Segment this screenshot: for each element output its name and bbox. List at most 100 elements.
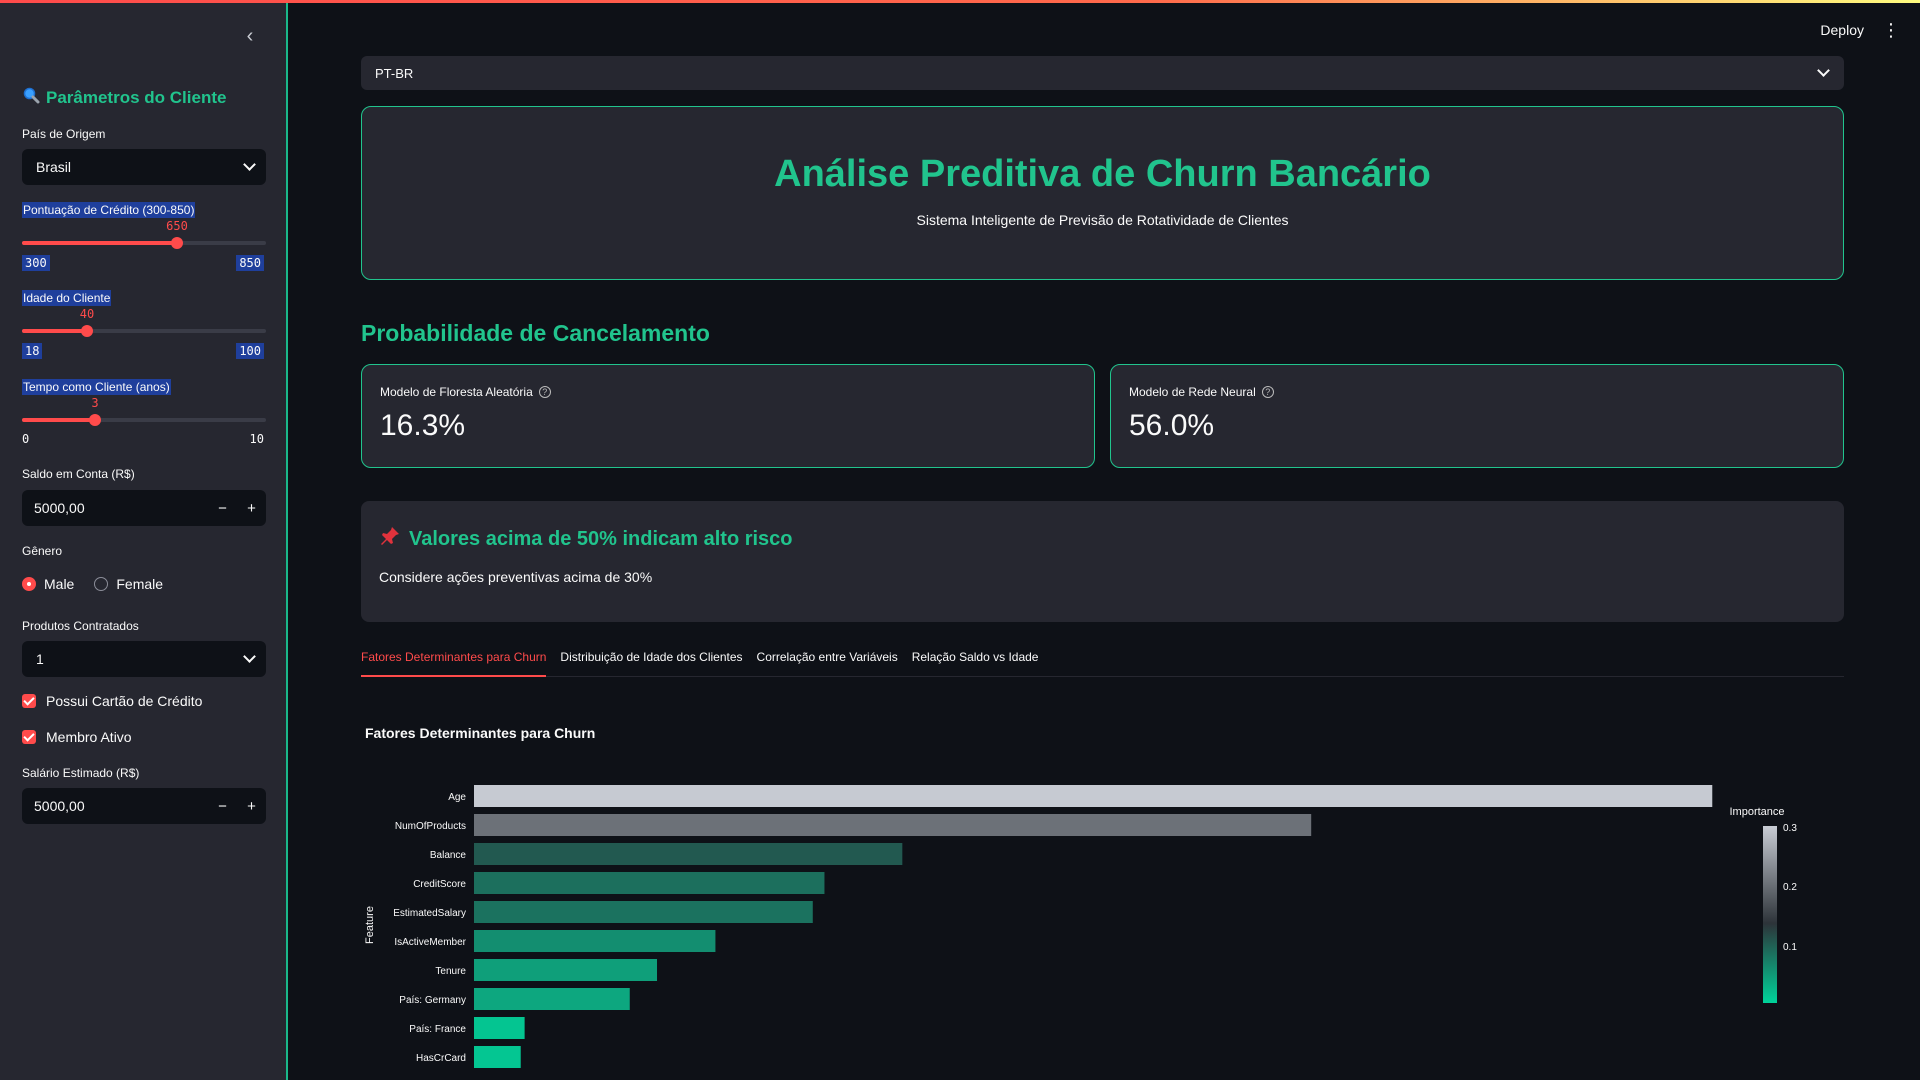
tenure-label: Tempo como Cliente (anos) (22, 379, 171, 395)
balance-input-value[interactable]: 5000,00 (22, 500, 208, 516)
sidebar-title-text: Parâmetros do Cliente (46, 87, 227, 107)
tenure-slider-fill (22, 418, 95, 422)
credit-score-slider-fill (22, 241, 177, 245)
bar-creditscore[interactable] (474, 872, 825, 894)
bar-numofproducts[interactable] (474, 814, 1312, 836)
help-icon[interactable]: ? (1261, 386, 1274, 398)
bar-pa-s-germany[interactable] (474, 988, 630, 1010)
y-tick-label: EstimatedSalary (393, 908, 466, 919)
gender-option-male[interactable]: Male (22, 576, 74, 592)
y-tick-label: Balance (430, 850, 467, 861)
chart-tabs: Fatores Determinantes para Churn Distrib… (361, 650, 1844, 677)
gender-option-label: Female (116, 576, 164, 592)
active-member-checkbox[interactable]: Membro Ativo (22, 729, 132, 745)
colorbar-tick-label: 0.3 (1783, 823, 1797, 834)
y-tick-label: NumOfProducts (395, 821, 466, 832)
y-tick-label: País: France (409, 1024, 466, 1035)
feature-importance-chart: Age NumOfProducts Balance CreditScore Estima… (364, 785, 1797, 1068)
gender-option-female[interactable]: Female (94, 576, 163, 592)
y-tick-label: Tenure (435, 966, 466, 977)
salary-decrement-button[interactable]: − (208, 798, 237, 815)
country-select-value: Brasil (36, 159, 72, 175)
page-title: Análise Preditiva de Churn Bancário (774, 153, 1431, 195)
metric-value: 56.0% (1129, 409, 1215, 442)
app-header-actions: Deploy ⋮ (1820, 21, 1900, 39)
tenure-slider[interactable] (22, 414, 266, 426)
checkbox-checked-icon[interactable] (22, 730, 36, 744)
country-label: País de Origem (22, 127, 106, 141)
products-select-value: 1 (36, 651, 44, 667)
products-select[interactable]: 1 (22, 641, 266, 677)
deploy-button[interactable]: Deploy (1820, 22, 1864, 38)
metric-label: Modelo de Rede Neural (1129, 385, 1256, 399)
y-tick-label: País: Germany (399, 995, 466, 1006)
bar-balance[interactable] (474, 843, 903, 865)
chevron-down-icon (1817, 64, 1830, 77)
country-select[interactable]: Brasil (22, 149, 266, 185)
sidebar-title: Parâmetros do Cliente (22, 86, 226, 109)
help-icon[interactable]: ? (538, 386, 551, 398)
balance-decrement-button[interactable]: − (208, 500, 237, 517)
y-tick-label: Age (448, 792, 466, 803)
age-slider[interactable] (22, 325, 266, 337)
chart-title: Fatores Determinantes para Churn (365, 725, 596, 741)
radio-selected-icon[interactable] (22, 577, 36, 591)
products-label: Produtos Contratados (22, 619, 139, 633)
bar-tenure[interactable] (474, 959, 658, 981)
tab-feature-importance[interactable]: Fatores Determinantes para Churn (361, 650, 547, 677)
credit-score-slider[interactable] (22, 237, 266, 249)
salary-increment-button[interactable]: + (237, 798, 266, 815)
info-title: Valores acima de 50% indicam alto risco (409, 527, 793, 550)
chevron-left-icon[interactable]: ‹ (238, 24, 262, 48)
age-slider-fill (22, 329, 87, 333)
tenure-value: 3 (91, 396, 99, 410)
bar-estimatedsalary[interactable] (474, 901, 813, 923)
age-slider-thumb[interactable] (81, 325, 93, 337)
top-decoration-bar (0, 0, 1920, 3)
bar-pa-s-france[interactable] (474, 1017, 525, 1039)
language-select-value: PT-BR (375, 65, 414, 81)
pushpin-icon (379, 525, 401, 553)
radio-unselected-icon[interactable] (94, 577, 109, 591)
salary-input[interactable]: 5000,00 − + (22, 788, 266, 824)
colorbar-tick-label: 0.2 (1783, 882, 1797, 893)
bar-hascrcard[interactable] (474, 1046, 521, 1068)
colorbar (1763, 826, 1777, 1003)
tab-balance-vs-age[interactable]: Relação Saldo vs Idade (912, 650, 1039, 677)
balance-label: Saldo em Conta (R$) (22, 467, 135, 481)
y-axis-label: Feature (364, 906, 376, 944)
tab-correlation[interactable]: Correlação entre Variáveis (757, 650, 898, 677)
info-text: Considere ações preventivas acima de 30% (379, 569, 653, 585)
bar-age[interactable] (474, 785, 1713, 807)
tenure-slider-thumb[interactable] (89, 414, 101, 426)
credit-score-slider-thumb[interactable] (171, 237, 183, 249)
colorbar-tick-label: 0.1 (1783, 942, 1797, 953)
credit-score-min: 300 (22, 255, 50, 271)
active-member-label: Membro Ativo (46, 729, 132, 745)
language-select[interactable]: PT-BR (361, 56, 1844, 90)
tenure-max: 10 (249, 432, 264, 446)
balance-increment-button[interactable]: + (237, 500, 266, 517)
chevron-down-icon (243, 158, 256, 171)
salary-input-value[interactable]: 5000,00 (22, 798, 208, 814)
y-tick-label: HasCrCard (416, 1053, 466, 1064)
balance-input[interactable]: 5000,00 − + (22, 490, 266, 526)
gender-option-label: Male (44, 576, 75, 592)
magnifier-icon (22, 86, 40, 109)
has-card-label: Possui Cartão de Crédito (46, 693, 203, 709)
age-label: Idade do Cliente (22, 290, 112, 306)
has-card-checkbox[interactable]: Possui Cartão de Crédito (22, 693, 202, 709)
gender-label: Gênero (22, 544, 63, 558)
credit-score-value: 650 (166, 219, 188, 233)
bar-isactivemember[interactable] (474, 930, 716, 952)
checkbox-checked-icon[interactable] (22, 694, 36, 708)
kebab-menu-icon[interactable]: ⋮ (1882, 21, 1900, 39)
credit-score-label: Pontuação de Crédito (300-850) (22, 202, 196, 218)
credit-score-max: 850 (236, 255, 264, 271)
colorbar-title: Importance (1729, 806, 1784, 818)
tab-age-distribution[interactable]: Distribuição de Idade dos Clientes (560, 650, 742, 677)
metric-label: Modelo de Floresta Aleatória (380, 385, 533, 399)
chevron-down-icon (243, 650, 256, 663)
risk-info-box: Valores acima de 50% indicam alto risco … (361, 501, 1844, 622)
tenure-min: 0 (22, 432, 30, 446)
